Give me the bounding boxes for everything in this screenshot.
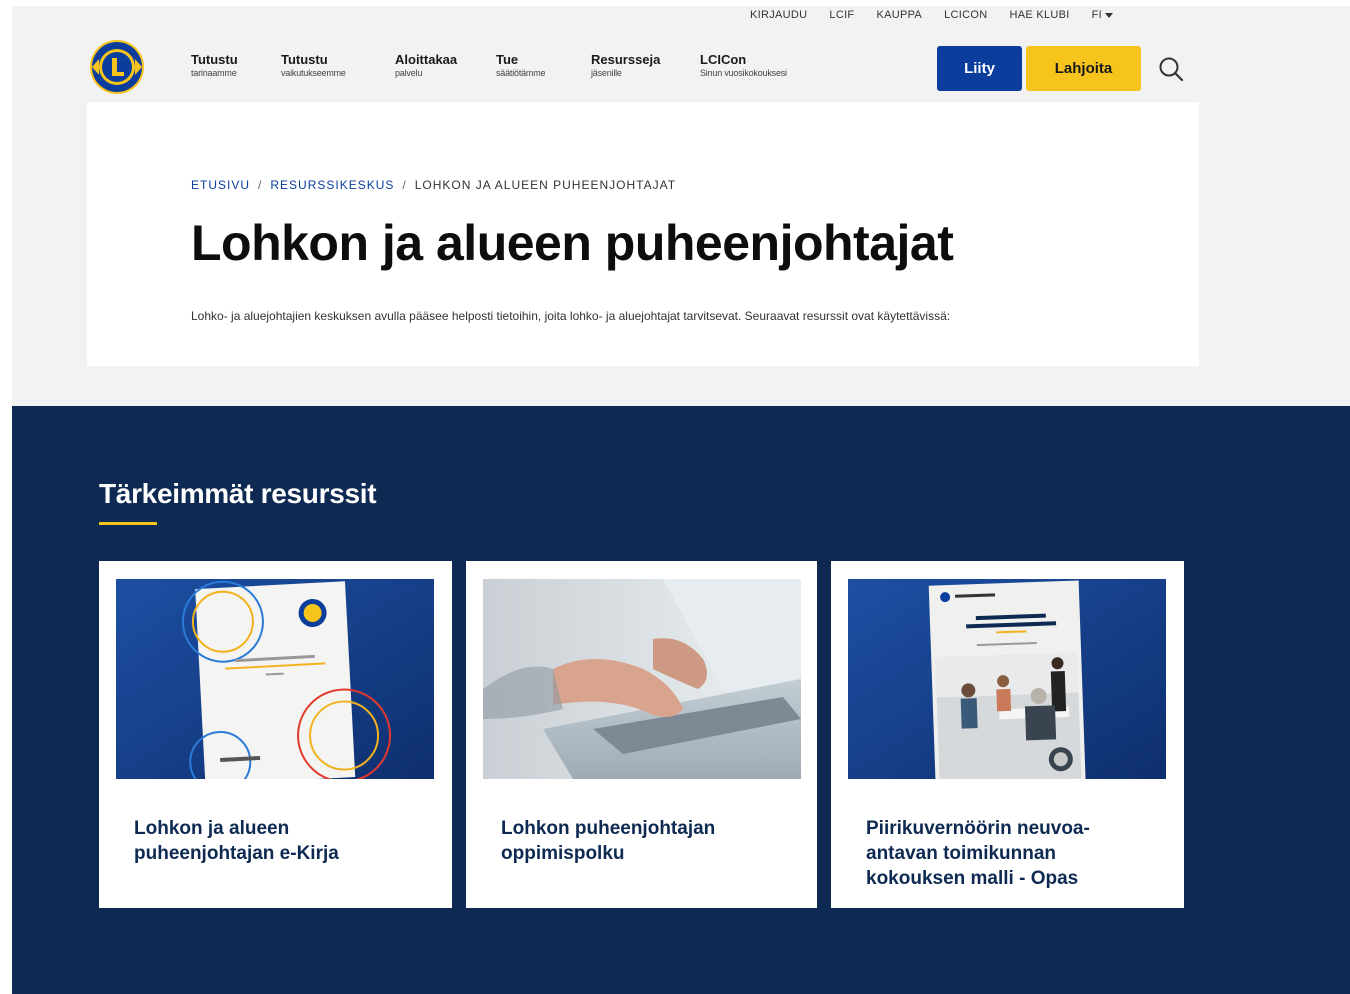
- nav-item-title: Tue: [496, 52, 519, 67]
- nav-item-our-impact[interactable]: Tutustu vaikutukseemme: [281, 52, 346, 79]
- nav-item-subtitle: Sinun vuosikokouksesi: [700, 68, 787, 78]
- section-title: Tärkeimmät resurssit: [99, 478, 377, 509]
- utility-nav: KIRJAUDU LCIF KAUPPA LCICON HAE KLUBI FI: [750, 9, 1114, 21]
- nav-item-subtitle: jäsenille: [591, 68, 622, 78]
- breadcrumb-home[interactable]: ETUSIVU: [191, 178, 250, 192]
- nav-item-subtitle: palvelu: [395, 68, 423, 78]
- page: KIRJAUDU LCIF KAUPPA LCICON HAE KLUBI FI…: [0, 0, 1350, 994]
- utility-link-find-club[interactable]: HAE KLUBI: [1009, 9, 1069, 21]
- search-button[interactable]: [1157, 55, 1185, 83]
- ebook-cover-image: [116, 579, 434, 779]
- utility-link-lcicon[interactable]: LCICON: [944, 9, 987, 21]
- lions-logo[interactable]: [89, 39, 145, 95]
- resources-section: Tärkeimmät resurssit Lohkon ja alueen pu…: [12, 406, 1350, 994]
- nav-item-our-story[interactable]: Tutustu tarinaamme: [191, 52, 238, 79]
- nav-item-title: Tutustu: [281, 52, 328, 67]
- resource-card-learning-path[interactable]: Lohkon puheenjohtajan oppimispolku: [466, 561, 817, 908]
- page-title: Lohkon ja alueen puheenjohtajat: [191, 215, 954, 271]
- language-label: FI: [1091, 9, 1103, 21]
- resource-card-meeting-guide[interactable]: Piirikuvernöörin neuvoa-antavan toimikun…: [831, 561, 1184, 908]
- nav-item-title: LCICon: [700, 52, 747, 67]
- laptop-photo-image: [483, 579, 801, 779]
- search-icon: [1159, 57, 1184, 82]
- nav-item-title: Resursseja: [591, 52, 661, 67]
- resource-card-title: Piirikuvernöörin neuvoa-antavan toimikun…: [866, 818, 1090, 889]
- hero-panel: ETUSIVU / RESURSSIKESKUS / LOHKON JA ALUEEN …: [87, 102, 1199, 366]
- resource-card-title: Lohkon ja alueen puheenjohtajan e-Kirja: [134, 818, 339, 864]
- nav-item-title: Tutustu: [191, 52, 238, 67]
- language-selector[interactable]: FI: [1091, 9, 1114, 21]
- resource-card-ebook[interactable]: Lohkon ja alueen puheenjohtajan e-Kirja: [99, 561, 452, 908]
- nav-item-subtitle: tarinaamme: [191, 68, 237, 78]
- guide-cover-image: [848, 579, 1166, 779]
- join-button[interactable]: Liity: [937, 46, 1022, 91]
- breadcrumb-separator: /: [402, 178, 407, 192]
- nav-item-member-resources[interactable]: Resursseja jäsenille: [591, 52, 660, 79]
- intro-text: Lohko- ja aluejohtajien keskuksen avulla…: [191, 309, 951, 323]
- nav-item-subtitle: vaikutukseemme: [281, 68, 346, 78]
- nav-item-support-foundation[interactable]: Tue säätiötämme: [496, 52, 546, 79]
- utility-link-login[interactable]: KIRJAUDU: [750, 9, 807, 21]
- breadcrumb-current: LOHKON JA ALUEEN PUHEENJOHTAJAT: [414, 178, 677, 192]
- nav-item-start-serving[interactable]: Aloittakaa palvelu: [395, 52, 457, 79]
- caret-down-icon: [1105, 12, 1114, 18]
- title-underline: [99, 522, 157, 525]
- breadcrumb-separator: /: [258, 178, 263, 192]
- breadcrumb-resource-center[interactable]: RESURSSIKESKUS: [270, 178, 394, 192]
- nav-item-lcicon[interactable]: LCICon Sinun vuosikokouksesi: [700, 52, 787, 79]
- nav-item-title: Aloittakaa: [395, 52, 458, 67]
- breadcrumb: ETUSIVU / RESURSSIKESKUS / LOHKON JA ALUEEN …: [191, 178, 676, 192]
- donate-button[interactable]: Lahjoita: [1026, 46, 1141, 91]
- utility-link-shop[interactable]: KAUPPA: [876, 9, 922, 21]
- lions-emblem-icon: [90, 40, 144, 94]
- resource-card-title: Lohkon puheenjohtajan oppimispolku: [501, 818, 716, 864]
- utility-link-lcif[interactable]: LCIF: [829, 9, 854, 21]
- nav-item-subtitle: säätiötämme: [496, 68, 546, 78]
